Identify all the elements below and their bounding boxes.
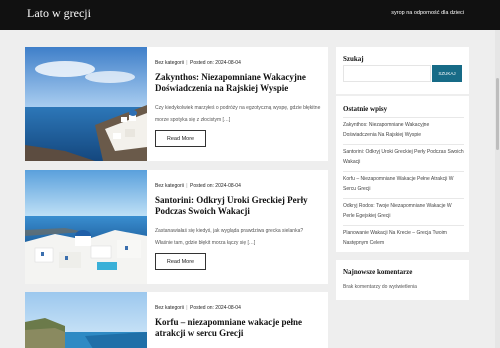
recent-post-link[interactable]: Santorini: Odkryj Uroki Greckiej Perły P… <box>343 144 464 171</box>
santorini-sea-view-image <box>25 47 147 161</box>
santorini-white-houses-image <box>25 170 147 284</box>
widget-title: Ostatnie wpisy <box>343 105 388 113</box>
read-more-button[interactable]: Read More <box>155 253 206 270</box>
site-header: Lato w grecji syrop na odporność dla dzi… <box>0 0 500 30</box>
meta-separator: | <box>186 305 188 311</box>
post-meta: Bez kategorii | Posted on: 2024-08-04 <box>155 60 321 66</box>
recent-post-link[interactable]: Odkryj Rodos: Twoje Niezapomniane Wakacj… <box>343 198 464 225</box>
posted-label: Posted on: <box>190 305 214 311</box>
recent-post-link[interactable]: Planowanie Wakacji Na Krecie – Grecja Tw… <box>343 225 464 252</box>
scrollbar[interactable] <box>495 30 500 348</box>
post-title[interactable]: Korfu – niezapomniane wakacje pełne atra… <box>155 317 321 339</box>
post-meta: Bez kategorii | Posted on: 2024-08-04 <box>155 183 321 189</box>
scrollbar-thumb[interactable] <box>496 78 499 150</box>
search-input[interactable] <box>343 65 431 82</box>
recent-posts-widget: Ostatnie wpisy Zakynthos: Niezapomniane … <box>336 96 469 252</box>
post-category-link[interactable]: Bez kategorii <box>155 183 184 189</box>
no-comments-text: Brak komentarzy do wyświetlenia <box>343 284 417 290</box>
post-thumbnail[interactable] <box>25 170 147 284</box>
read-more-button[interactable]: Read More <box>155 130 206 147</box>
recent-posts-list: Zakynthos: Niezapomniane Wakacyjne Doświ… <box>343 117 464 252</box>
widget-title: Najnowsze komentarze <box>343 268 413 276</box>
post-date: 2024-08-04 <box>215 305 241 311</box>
post-title[interactable]: Santorini: Odkryj Uroki Greckiej Perły P… <box>155 195 321 217</box>
post-card: Bez kategorii | Posted on: 2024-08-04 Sa… <box>25 170 328 284</box>
post-thumbnail[interactable] <box>25 47 147 161</box>
site-title[interactable]: Lato w grecji <box>27 6 91 21</box>
post-meta: Bez kategorii | Posted on: 2024-08-04 <box>155 305 321 311</box>
post-category-link[interactable]: Bez kategorii <box>155 305 184 311</box>
meta-separator: | <box>186 60 188 66</box>
post-excerpt: Zastanawiałaś się kiedyś, jak wygląda pr… <box>155 228 304 246</box>
posted-label: Posted on: <box>190 60 214 66</box>
search-widget: Szukaj SZUKAJ <box>336 47 469 94</box>
header-nav-link[interactable]: syrop na odporność dla dzieci <box>391 10 464 16</box>
post-date: 2024-08-04 <box>215 183 241 189</box>
meta-separator: | <box>186 183 188 189</box>
post-body: Bez kategorii | Posted on: 2024-08-04 Sa… <box>155 183 321 270</box>
post-card: Bez kategorii | Posted on: 2024-08-04 Ko… <box>25 292 328 348</box>
post-card: Bez kategorii | Posted on: 2024-08-04 Za… <box>25 47 328 161</box>
post-body: Bez kategorii | Posted on: 2024-08-04 Za… <box>155 60 321 147</box>
post-category-link[interactable]: Bez kategorii <box>155 60 184 66</box>
search-button[interactable]: SZUKAJ <box>432 65 462 82</box>
recent-post-link[interactable]: Zakynthos: Niezapomniane Wakacyjne Doświ… <box>343 117 464 144</box>
post-title[interactable]: Zakynthos: Niezapomniane Wakacyjne Doświ… <box>155 72 321 94</box>
post-date: 2024-08-04 <box>215 60 241 66</box>
widget-title: Szukaj <box>343 55 364 63</box>
post-body: Bez kategorii | Posted on: 2024-08-04 Ko… <box>155 305 321 339</box>
recent-comments-widget: Najnowsze komentarze Brak komentarzy do … <box>336 260 469 300</box>
posted-label: Posted on: <box>190 183 214 189</box>
post-thumbnail[interactable] <box>25 292 147 348</box>
post-excerpt: Czy kiedykolwiek marzyłeś o podróży na e… <box>155 105 321 123</box>
greek-coast-image <box>25 292 147 348</box>
recent-post-link[interactable]: Korfu – Niezapomniane Wakacje Pełne Atra… <box>343 171 464 198</box>
